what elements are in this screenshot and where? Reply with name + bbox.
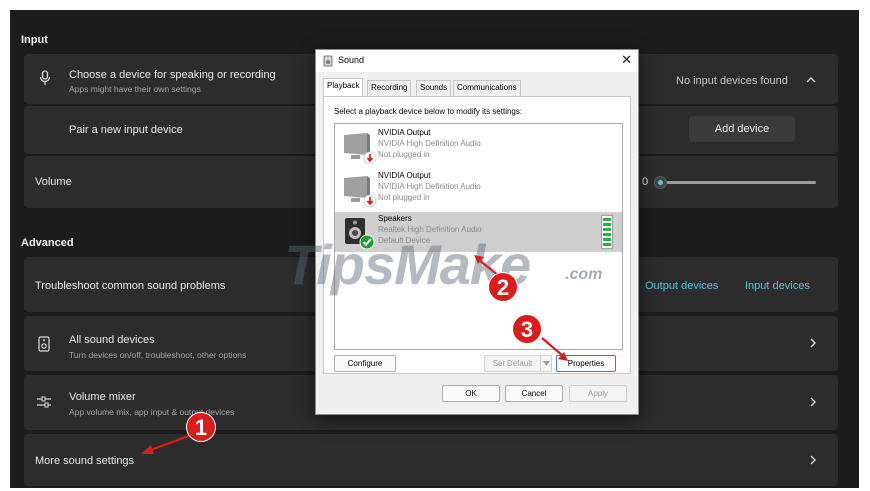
annotation-badge-2: 2 bbox=[488, 272, 518, 302]
annotation-badge-3: 3 bbox=[512, 314, 542, 344]
annotation-badge-1: 1 bbox=[186, 412, 216, 442]
arrow-1 bbox=[147, 432, 195, 453]
sound-settings-window: Input Choose a device for speaking or re… bbox=[10, 10, 859, 488]
arrow-3 bbox=[541, 337, 564, 357]
annotation-arrows bbox=[141, 255, 568, 454]
